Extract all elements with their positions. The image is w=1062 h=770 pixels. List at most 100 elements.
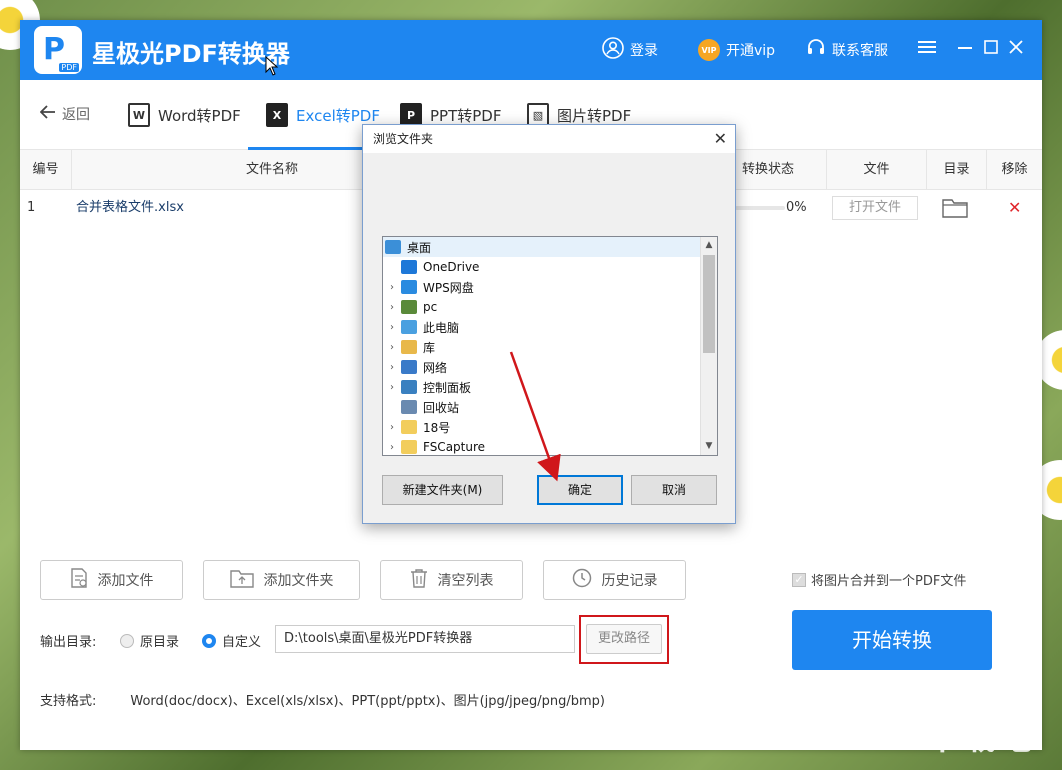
expand-arrow-icon[interactable]: › — [383, 302, 401, 313]
arrow-left-icon — [39, 105, 56, 123]
merge-checkbox[interactable]: ✓ — [792, 572, 806, 587]
folder-icon[interactable] — [942, 196, 968, 220]
tree-item-label: 库 — [423, 340, 436, 355]
app-logo-icon: P PDF — [34, 26, 82, 74]
expand-arrow-icon[interactable]: › — [383, 282, 401, 293]
folder-icon — [401, 360, 417, 374]
new-folder-button[interactable]: 新建文件夹(M) — [382, 475, 503, 505]
close-icon[interactable] — [1005, 38, 1027, 60]
expand-arrow-icon[interactable]: › — [383, 322, 401, 333]
tree-item-label: WPS网盘 — [423, 280, 474, 295]
folder-icon — [401, 300, 417, 314]
title-bar: P PDF 星极光PDF转换器 登录 VIP 开通vip 联系客服 — [20, 20, 1042, 80]
tree-item-label: 回收站 — [423, 400, 460, 415]
tree-item-label: FSCapture — [423, 440, 486, 454]
folder-icon — [401, 260, 417, 274]
dialog-title: 浏览文件夹 — [373, 132, 434, 146]
dialog-close-icon[interactable]: ✕ — [714, 125, 727, 153]
change-path-button[interactable]: 更改路径 — [586, 624, 662, 654]
radio-custom-indicator[interactable] — [202, 633, 216, 648]
add-folder-icon — [229, 568, 254, 592]
remove-icon[interactable]: ✕ — [1008, 190, 1021, 226]
radio-custom-dir[interactable]: 自定义 — [202, 631, 261, 650]
add-folder-button[interactable]: 添加文件夹 — [203, 560, 360, 600]
tab-label: 图片转PDF — [557, 106, 632, 125]
add-file-button[interactable]: 添加文件 — [40, 560, 183, 600]
radio-original-dir[interactable]: 原目录 — [120, 631, 179, 650]
tree-item[interactable]: OneDrive — [383, 257, 701, 277]
output-dir-label: 输出目录: — [40, 635, 97, 650]
folder-tree[interactable]: 桌面 OneDrive › WPS网盘 › pc › 此电脑 › 库 › 网络 › 控制面板 回收站 › 18号… — [382, 236, 718, 456]
tree-item-label: OneDrive — [423, 260, 480, 274]
watermark: 下载吧 — [926, 718, 1034, 758]
tree-item[interactable]: 桌面 — [383, 237, 701, 257]
history-label: 历史记录 — [601, 573, 658, 589]
excel-icon: X — [266, 103, 288, 127]
login-button[interactable]: 登录 — [602, 20, 658, 80]
back-button[interactable]: 返回 — [39, 104, 90, 124]
user-icon — [602, 37, 624, 63]
expand-arrow-icon[interactable]: › — [383, 442, 401, 453]
expand-arrow-icon[interactable]: › — [383, 422, 401, 433]
tree-scrollbar[interactable]: ▲ ▼ — [700, 237, 717, 455]
folder-icon — [401, 440, 417, 454]
radio-original-indicator[interactable] — [120, 633, 134, 648]
tree-item[interactable]: › 库 — [383, 337, 701, 357]
highlight-box: 更改路径 — [579, 615, 669, 664]
scroll-down-icon[interactable]: ▼ — [701, 438, 717, 455]
menu-icon[interactable] — [916, 38, 938, 60]
clear-list-label: 清空列表 — [437, 573, 494, 589]
output-path-input[interactable]: D:\tools\桌面\星极光PDF转换器 — [275, 625, 575, 653]
history-button[interactable]: 历史记录 — [543, 560, 686, 600]
tree-item[interactable]: › 网络 — [383, 357, 701, 377]
tree-item-label: 桌面 — [407, 240, 432, 255]
app-title: 星极光PDF转换器 — [92, 40, 290, 68]
radio-custom-label: 自定义 — [222, 635, 262, 650]
tree-item[interactable]: 回收站 — [383, 397, 701, 417]
folder-icon — [401, 380, 417, 394]
col-directory: 目录 — [927, 150, 987, 190]
tab-label: Word转PDF — [158, 106, 241, 125]
tree-item[interactable]: › 控制面板 — [383, 377, 701, 397]
vip-button[interactable]: VIP 开通vip — [698, 20, 775, 80]
minimize-icon[interactable] — [954, 38, 976, 60]
headset-icon — [806, 38, 826, 62]
browse-folder-dialog: 浏览文件夹 ✕ 桌面 OneDrive › WPS网盘 › pc › 此电脑 › 库 › 网络 › 控制面… — [362, 124, 736, 524]
logo-letter: P — [43, 32, 65, 67]
tree-item-label: pc — [423, 300, 438, 314]
folder-icon — [401, 340, 417, 354]
folder-icon — [401, 280, 417, 294]
merge-images-option[interactable]: ✓ 将图片合并到一个PDF文件 — [792, 570, 966, 589]
vip-icon: VIP — [698, 39, 720, 61]
service-button[interactable]: 联系客服 — [806, 20, 888, 80]
row-progress: 0% — [786, 200, 807, 215]
maximize-icon[interactable] — [980, 38, 1002, 60]
start-convert-button[interactable]: 开始转换 — [792, 610, 992, 670]
tab-label: Excel转PDF — [296, 106, 380, 125]
add-file-icon — [70, 568, 88, 592]
cancel-button[interactable]: 取消 — [631, 475, 717, 505]
add-folder-label: 添加文件夹 — [263, 573, 334, 589]
ok-button[interactable]: 确定 — [537, 475, 623, 505]
tree-item[interactable]: › FSCapture — [383, 437, 701, 455]
formats-value: Word(doc/docx)、Excel(xls/xlsx)、PPT(ppt/p… — [130, 694, 605, 709]
expand-arrow-icon[interactable]: › — [383, 362, 401, 373]
tree-item[interactable]: › pc — [383, 297, 701, 317]
expand-arrow-icon[interactable]: › — [383, 382, 401, 393]
back-label: 返回 — [62, 107, 90, 123]
folder-icon — [385, 240, 401, 254]
dialog-title-bar: 浏览文件夹 ✕ — [363, 125, 735, 153]
tree-item-label: 18号 — [423, 420, 451, 435]
open-file-button[interactable]: 打开文件 — [832, 196, 918, 220]
tree-item[interactable]: › 18号 — [383, 417, 701, 437]
scroll-up-icon[interactable]: ▲ — [701, 237, 717, 254]
supported-formats: 支持格式: Word(doc/docx)、Excel(xls/xlsx)、PPT… — [40, 690, 605, 709]
clear-list-button[interactable]: 清空列表 — [380, 560, 523, 600]
tree-item[interactable]: › 此电脑 — [383, 317, 701, 337]
expand-arrow-icon[interactable]: › — [383, 342, 401, 353]
scroll-thumb[interactable] — [703, 255, 715, 353]
tree-item[interactable]: › WPS网盘 — [383, 277, 701, 297]
tab-word-to-pdf[interactable]: W Word转PDF — [128, 102, 241, 128]
folder-icon — [401, 400, 417, 414]
word-icon: W — [128, 103, 150, 127]
